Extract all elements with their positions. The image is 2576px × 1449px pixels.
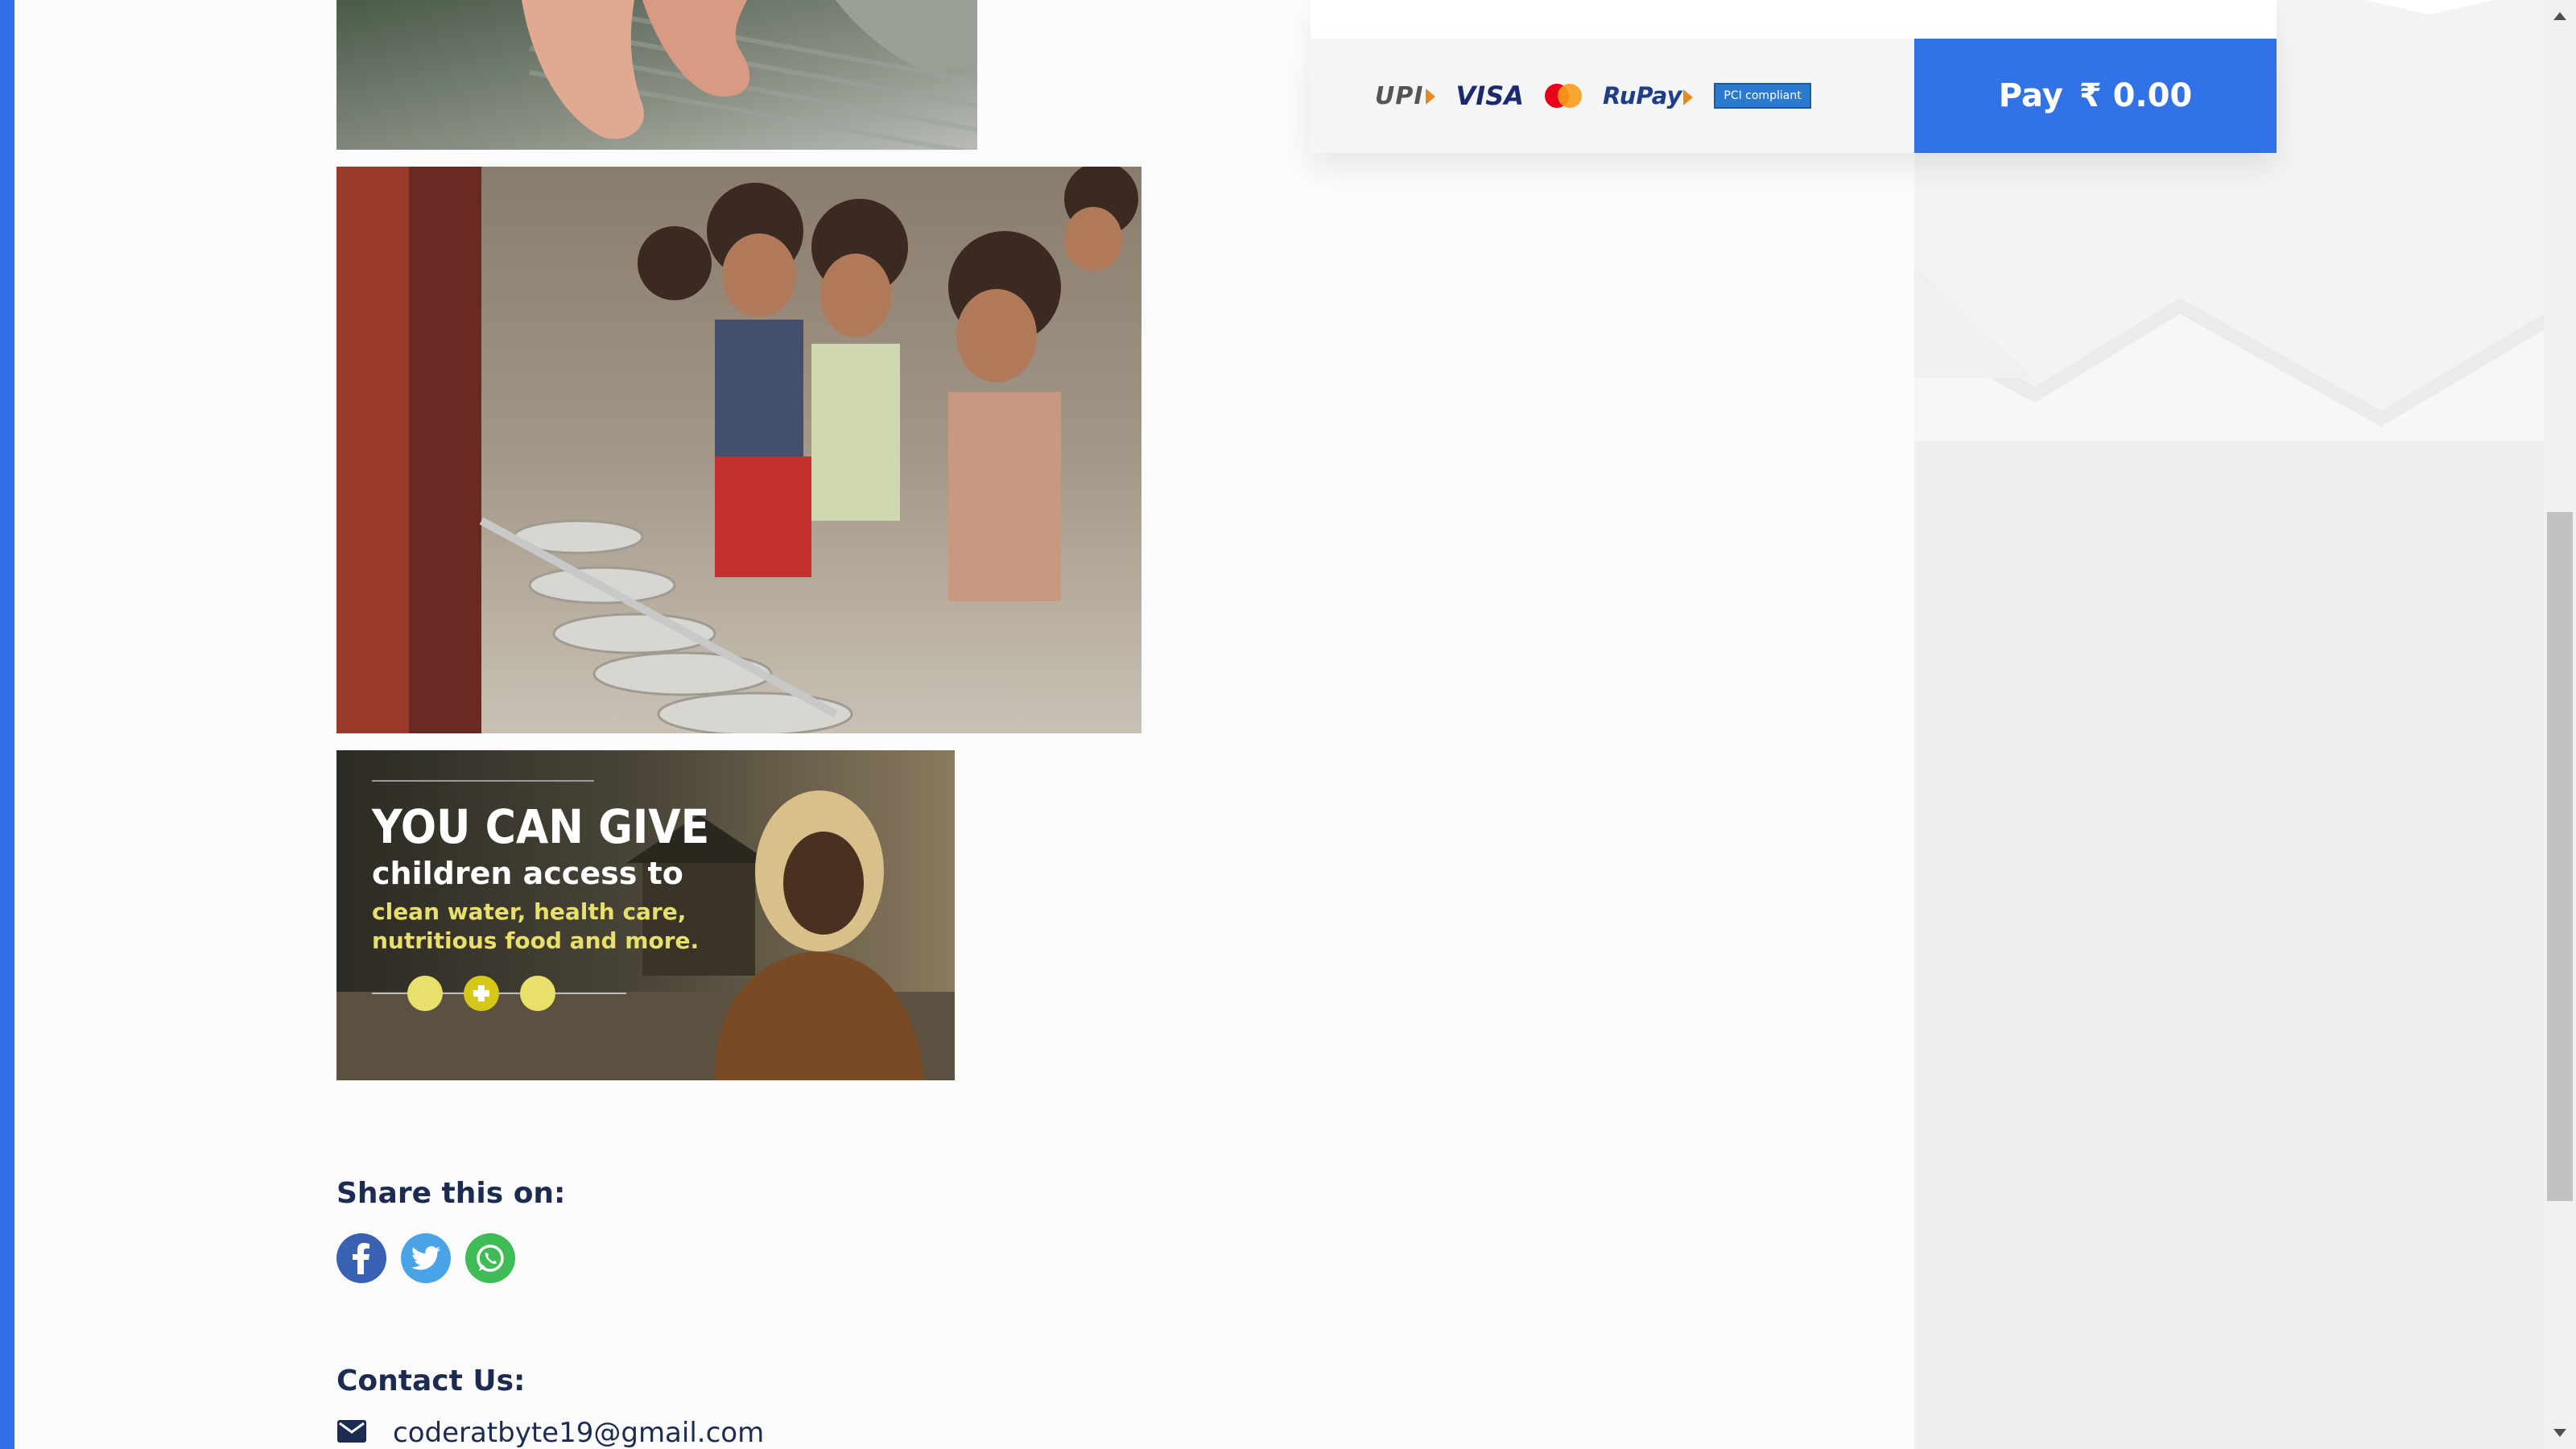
scroll-up-arrow-icon[interactable] xyxy=(2544,0,2576,32)
banner-line-1: YOU CAN GIVE xyxy=(371,799,709,854)
rupay-logo: RuPay xyxy=(1603,82,1694,109)
contact-label: Contact Us: xyxy=(336,1364,526,1397)
donation-banner-image: YOU CAN GIVE children access to clean wa… xyxy=(336,750,955,1080)
water-drop-icon xyxy=(407,976,443,1011)
facebook-icon[interactable] xyxy=(336,1233,386,1283)
banner-line-3: clean water, health care, xyxy=(372,898,686,925)
share-label: Share this on: xyxy=(336,1177,566,1210)
pay-button[interactable]: Pay ₹ 0.00 xyxy=(1914,39,2277,153)
contact-email-row: coderatbyte19@gmail.com xyxy=(336,1417,764,1449)
hands-photo xyxy=(336,0,977,150)
twitter-icon[interactable] xyxy=(401,1233,451,1283)
scroll-down-arrow-icon[interactable] xyxy=(2544,1417,2576,1449)
mail-icon xyxy=(336,1419,367,1447)
vertical-scrollbar[interactable] xyxy=(2544,0,2576,1449)
banner-line-4: nutritious food and more. xyxy=(372,927,699,954)
payment-card-top xyxy=(1311,0,2277,39)
upi-logo: UPI xyxy=(1375,82,1435,110)
children-eating-photo xyxy=(336,167,1141,733)
banner-line-2: children access to xyxy=(372,856,683,891)
pci-compliant-badge: PCI compliant xyxy=(1714,83,1811,109)
payment-bar: UPI VISA RuPay PCI compliant Pay ₹ 0.00 xyxy=(1311,39,2277,153)
pay-amount: ₹ 0.00 xyxy=(2079,77,2193,114)
whatsapp-icon[interactable] xyxy=(465,1233,515,1283)
scrollbar-thumb[interactable] xyxy=(2547,512,2573,1201)
visa-logo: VISA xyxy=(1455,80,1524,111)
payment-methods: UPI VISA RuPay PCI compliant xyxy=(1311,39,1914,153)
mastercard-icon xyxy=(1545,84,1582,108)
food-bottle-icon xyxy=(520,976,555,1011)
pay-label: Pay xyxy=(1998,77,2063,114)
left-accent-bar xyxy=(0,0,14,1449)
contact-email-link[interactable]: coderatbyte19@gmail.com xyxy=(393,1417,764,1449)
share-icons xyxy=(336,1233,515,1283)
